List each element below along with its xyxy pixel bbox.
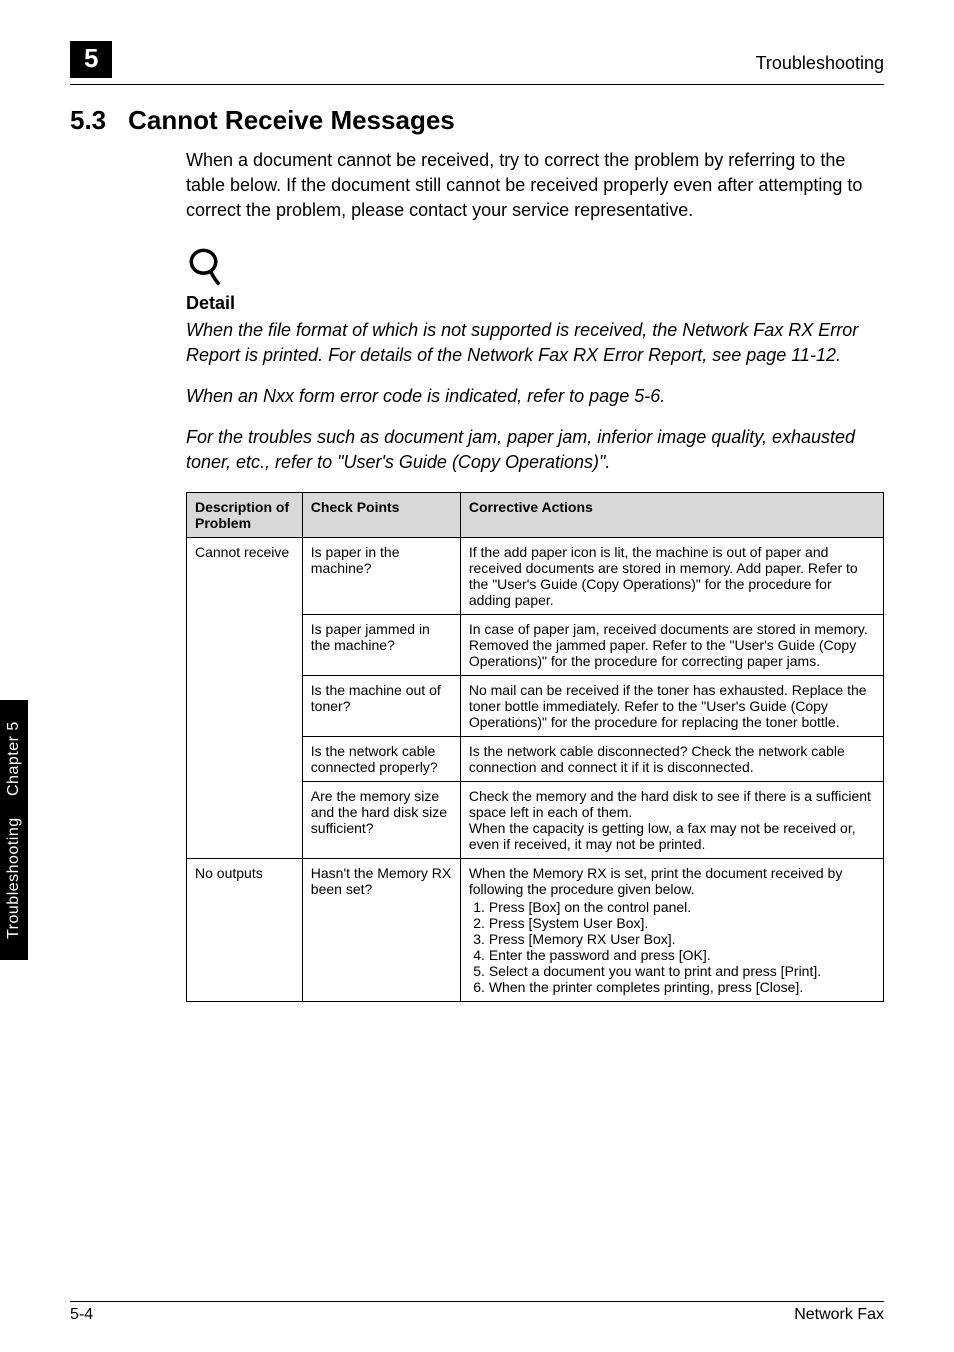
header-divider xyxy=(70,84,884,85)
action-intro: When the Memory RX is set, print the doc… xyxy=(469,865,843,897)
header-label: Troubleshooting xyxy=(756,53,884,78)
side-tab: Troubleshooting Chapter 5 xyxy=(0,700,28,960)
check-cell: Is paper jammed in the machine? xyxy=(302,614,460,675)
check-cell: Is the network cable connected properly? xyxy=(302,736,460,781)
list-item: Select a document you want to print and … xyxy=(489,963,875,979)
section-badge: 5 xyxy=(70,41,112,78)
list-item: When the printer completes printing, pre… xyxy=(489,979,875,995)
footer-divider xyxy=(70,1301,884,1302)
footer-page-number: 5-4 xyxy=(70,1306,93,1324)
problem-cell: No outputs xyxy=(187,858,303,1001)
action-cell: If the add paper icon is lit, the machin… xyxy=(460,537,883,614)
list-item: Enter the password and press [OK]. xyxy=(489,947,875,963)
table-row: No outputs Hasn't the Memory RX been set… xyxy=(187,858,884,1001)
table-header-col1: Description of Problem xyxy=(187,492,303,537)
check-cell: Is the machine out of toner? xyxy=(302,675,460,736)
table-header-col3: Corrective Actions xyxy=(460,492,883,537)
check-cell: Hasn't the Memory RX been set? xyxy=(302,858,460,1001)
section-title: Cannot Receive Messages xyxy=(128,105,455,136)
footer-document-title: Network Fax xyxy=(794,1306,884,1324)
action-cell: In case of paper jam, received documents… xyxy=(460,614,883,675)
side-tab-top: Troubleshooting xyxy=(5,818,23,940)
action-cell: When the Memory RX is set, print the doc… xyxy=(460,858,883,1001)
troubleshoot-table: Description of Problem Check Points Corr… xyxy=(186,492,884,1002)
check-cell: Is paper in the machine? xyxy=(302,537,460,614)
action-cell: Is the network cable disconnected? Check… xyxy=(460,736,883,781)
problem-cell: Cannot receive xyxy=(187,537,303,858)
table-header-col2: Check Points xyxy=(302,492,460,537)
section-number: 5.3 xyxy=(70,105,106,136)
intro-paragraph: When a document cannot be received, try … xyxy=(186,148,884,224)
detail-paragraph-3: For the troubles such as document jam, p… xyxy=(186,425,884,475)
table-row: Cannot receive Is paper in the machine? … xyxy=(187,537,884,614)
footer: 5-4 Network Fax xyxy=(70,1293,884,1324)
check-cell: Are the memory size and the hard disk si… xyxy=(302,781,460,858)
detail-paragraph-2: When an Nxx form error code is indicated… xyxy=(186,384,884,409)
detail-heading: Detail xyxy=(186,293,884,314)
side-tab-bottom: Chapter 5 xyxy=(5,721,23,796)
action-cell: Check the memory and the hard disk to se… xyxy=(460,781,883,858)
list-item: Press [System User Box]. xyxy=(489,915,875,931)
list-item: Press [Memory RX User Box]. xyxy=(489,931,875,947)
detail-paragraph-1: When the file format of which is not sup… xyxy=(186,318,884,368)
magnifier-icon xyxy=(186,246,884,297)
action-steps-list: Press [Box] on the control panel. Press … xyxy=(469,899,875,995)
action-cell: No mail can be received if the toner has… xyxy=(460,675,883,736)
list-item: Press [Box] on the control panel. xyxy=(489,899,875,915)
